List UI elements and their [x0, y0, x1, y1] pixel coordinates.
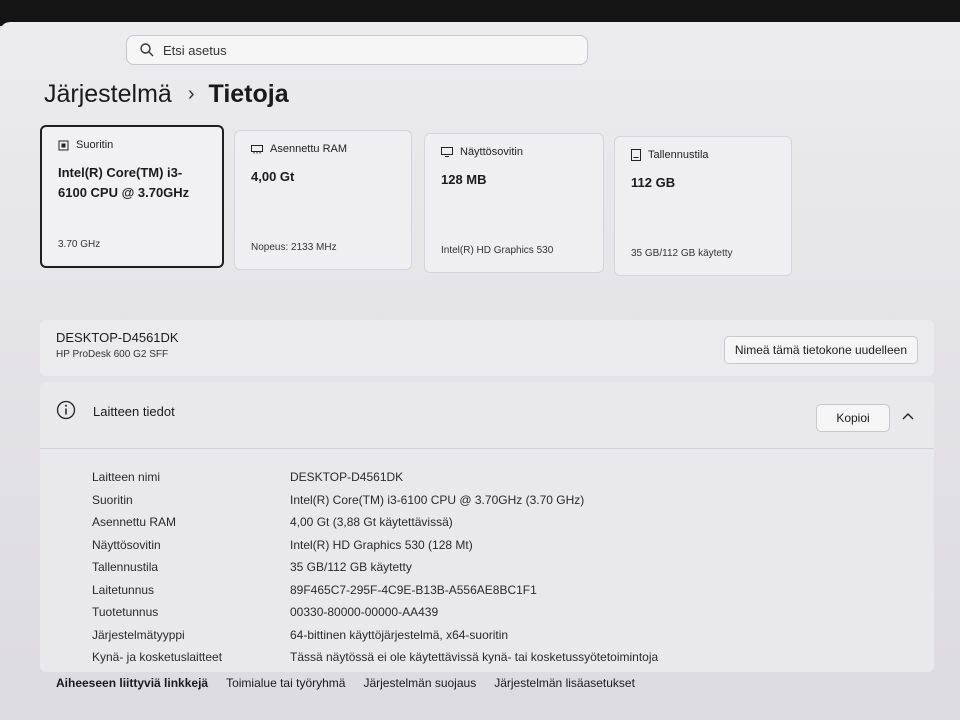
spec-key: Järjestelmätyyppi: [92, 627, 185, 642]
search-icon: [140, 43, 154, 57]
storage-card-value: 112 GB: [631, 175, 676, 190]
display-adapter-card-value: 128 MB: [441, 172, 487, 187]
chevron-right-icon: ›: [187, 83, 195, 105]
spec-key: Näyttösovitin: [92, 537, 161, 552]
ram-card-sub: Nopeus: 2133 MHz: [251, 242, 337, 253]
ram-card-value: 4,00 Gt: [251, 169, 295, 184]
spec-value: 35 GB/112 GB käytetty: [290, 560, 412, 574]
device-name: DESKTOP-D4561DK: [56, 330, 179, 345]
spec-key: Asennettu RAM: [92, 515, 177, 529]
ram-card[interactable]: Asennettu RAM 4,00 Gt Nopeus: 2133 MHz: [234, 130, 412, 270]
breadcrumb-parent[interactable]: Järjestelmä: [44, 80, 172, 109]
spec-row: Tallennustila 35 GB/112 GB käytetty: [92, 560, 658, 583]
spec-value: 89F465C7-295F-4C9E-B13B-A556AE8BC1F1: [290, 582, 537, 597]
spec-row: Tuotetunnus 00330-80000-00000-AA439: [92, 605, 658, 628]
storage-icon: [631, 149, 641, 161]
related-links-label: Aiheeseen liittyviä linkkejä: [56, 676, 209, 690]
spec-value: 00330-80000-00000-AA439: [290, 605, 439, 619]
spec-list: Laitteen nimi DESKTOP-D4561DK Suoritin I…: [92, 470, 658, 673]
storage-card[interactable]: Tallennustila 112 GB 35 GB/112 GB käytet…: [614, 136, 792, 276]
spec-value: Intel(R) Core(TM) i3-6100 CPU @ 3.70GHz …: [290, 492, 585, 507]
display-adapter-icon: [441, 147, 453, 157]
device-name-row: DESKTOP-D4561DK HP ProDesk 600 G2 SFF Ni…: [40, 320, 934, 376]
processor-card-sub: 3.70 GHz: [58, 239, 101, 250]
spec-row: Kynä- ja kosketuslaitteet Tässä näytössä…: [92, 650, 658, 673]
spec-value: Intel(R) HD Graphics 530 (128 Mt): [290, 537, 473, 552]
spec-row: Asennettu RAM 4,00 Gt (3,88 Gt käytettäv…: [92, 515, 658, 538]
display-adapter-card-sub: Intel(R) HD Graphics 530: [441, 245, 554, 256]
device-specifications-panel: Laitteen tiedot Kopioi Laitteen nimi DES…: [40, 382, 934, 672]
breadcrumb: Järjestelmä › Tietoja: [44, 80, 289, 109]
info-icon: [56, 400, 76, 420]
ram-icon: [251, 145, 263, 154]
link-advanced-system-settings[interactable]: Järjestelmän lisäasetukset: [494, 676, 635, 690]
spec-row: Laitetunnus 89F465C7-295F-4C9E-B13B-A556…: [92, 583, 658, 606]
spec-row: Järjestelmätyyppi 64-bittinen käyttöjärj…: [92, 628, 658, 651]
spec-key: Laitteen nimi: [92, 470, 161, 484]
chevron-up-icon[interactable]: [902, 412, 914, 420]
spec-key: Kynä- ja kosketuslaitteet: [92, 650, 223, 664]
processor-icon: [58, 140, 69, 150]
spec-key: Tallennustila: [92, 560, 159, 574]
spec-value: 64-bittinen käyttöjärjestelmä, x64-suori…: [290, 627, 509, 642]
spec-key: Suoritin: [92, 492, 133, 507]
storage-card-title: Tallennustila: [648, 149, 709, 161]
spec-value: Tässä näytössä ei ole käytettävissä kynä…: [290, 650, 659, 664]
related-links: Aiheeseen liittyviä linkkejä Toimialue t…: [56, 676, 653, 690]
processor-card-value: Intel(R) Core(TM) i3-6100 CPU @ 3.70GHz: [58, 165, 190, 200]
search-input[interactable]: [163, 42, 563, 58]
spec-value: 4,00 Gt (3,88 Gt käytettävissä): [290, 515, 453, 529]
device-specifications-title: Laitteen tiedot: [93, 404, 175, 419]
link-system-protection[interactable]: Järjestelmän suojaus: [363, 676, 476, 690]
rename-pc-button[interactable]: Nimeä tämä tietokone uudelleen: [723, 336, 918, 364]
search-box[interactable]: [126, 35, 588, 65]
settings-window: Järjestelmä › Tietoja Suoritin Intel(R) …: [0, 22, 960, 720]
processor-card-title: Suoritin: [76, 139, 114, 151]
device-specifications-header[interactable]: Laitteen tiedot Kopioi: [40, 382, 934, 449]
spec-row: Näyttösovitin Intel(R) HD Graphics 530 (…: [92, 538, 658, 561]
spec-row: Suoritin Intel(R) Core(TM) i3-6100 CPU @…: [92, 493, 658, 516]
display-adapter-card-title: Näyttösovitin: [460, 146, 523, 158]
spec-key: Tuotetunnus: [92, 605, 159, 619]
processor-card[interactable]: Suoritin Intel(R) Core(TM) i3-6100 CPU @…: [40, 125, 224, 268]
copy-button[interactable]: Kopioi: [816, 404, 890, 432]
display-adapter-card[interactable]: Näyttösovitin 128 MB Intel(R) HD Graphic…: [424, 133, 604, 273]
link-domain-workgroup[interactable]: Toimialue tai työryhmä: [226, 676, 345, 690]
device-model: HP ProDesk 600 G2 SFF: [56, 349, 169, 360]
spec-value: DESKTOP-D4561DK: [290, 470, 404, 484]
spec-row: Laitteen nimi DESKTOP-D4561DK: [92, 470, 658, 493]
ram-card-title: Asennettu RAM: [270, 143, 348, 155]
storage-card-sub: 35 GB/112 GB käytetty: [631, 248, 733, 259]
spec-key: Laitetunnus: [92, 582, 155, 597]
page-title: Tietoja: [208, 80, 289, 108]
